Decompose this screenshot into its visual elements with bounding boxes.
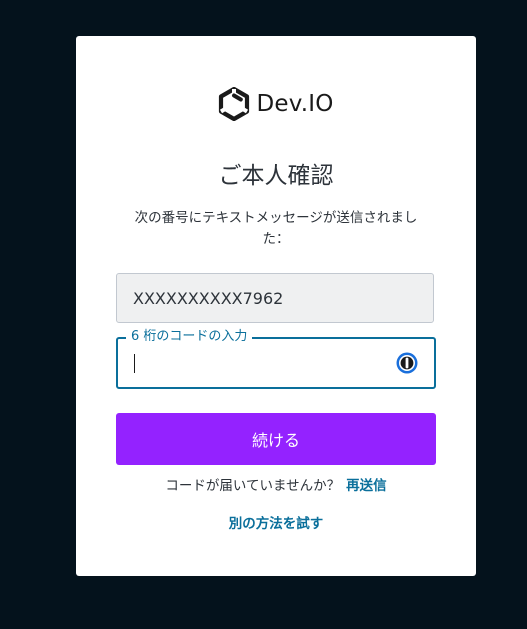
logo-text: Dev.IO — [256, 91, 334, 117]
verification-card: Dev.IO ご本人確認 次の番号にテキストメッセージが送信されました： XXX… — [76, 36, 476, 576]
masked-phone-number: XXXXXXXXXX7962 — [116, 273, 434, 323]
code-input[interactable] — [132, 339, 382, 387]
resend-row: コードが届いていませんか？ 再送信 — [76, 474, 476, 494]
page-title: ご本人確認 — [218, 163, 334, 189]
alternative-method: 別の方法を試す — [76, 512, 476, 532]
code-field[interactable]: 6 桁のコードの入力 — [116, 328, 436, 389]
resend-prompt: コードが届いていませんか？ — [165, 478, 341, 494]
hexagon-logo-icon — [219, 87, 250, 121]
text-caret — [134, 354, 135, 373]
resend-link[interactable]: 再送信 — [346, 478, 387, 494]
continue-button[interactable]: 続ける — [116, 413, 436, 465]
password-manager-icon[interactable] — [396, 352, 418, 374]
sms-sent-message: 次の番号にテキストメッセージが送信されました： — [134, 210, 418, 247]
try-another-method-link[interactable]: 別の方法を試す — [229, 516, 324, 532]
brand-logo: Dev.IO — [76, 86, 476, 122]
phone-number-text: XXXXXXXXXX7962 — [133, 288, 284, 308]
